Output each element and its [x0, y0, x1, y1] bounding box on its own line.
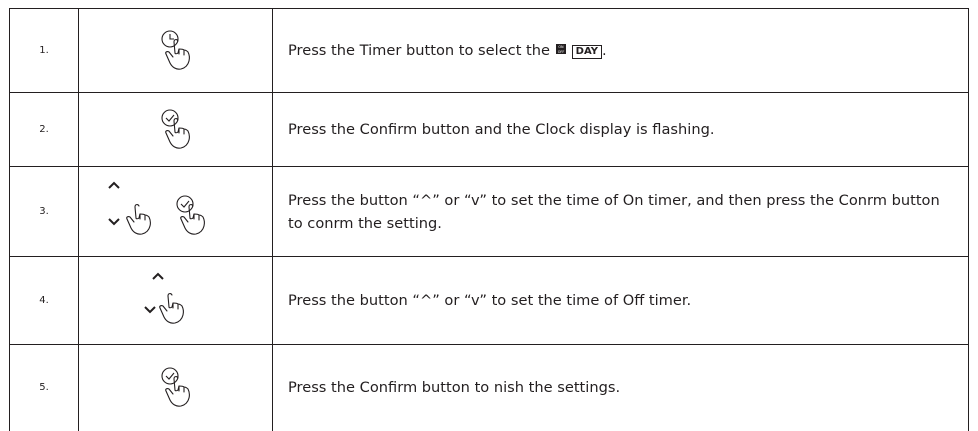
up-down-hand-icon — [78, 256, 273, 345]
on-label: ON — [558, 45, 564, 49]
step-number: 2. — [9, 92, 79, 167]
step-description: Press the Timer button to select the ON … — [272, 8, 969, 93]
off-label: OFF — [557, 50, 564, 54]
step-text-pre: Press the Timer button to select the — [288, 42, 555, 59]
confirm-hand-icon — [78, 92, 273, 167]
step-description: Press the button “^” or “v” to set the t… — [272, 256, 969, 345]
confirm-hand-icon — [78, 344, 273, 431]
table-row: 1. Press the Timer button to select the … — [9, 8, 969, 93]
step-number: 1. — [9, 8, 79, 93]
table-row: 3. Press the button “^” or “v” to set th… — [9, 166, 969, 257]
table-row: 2. Press the Confirm button and the Cloc… — [9, 92, 969, 167]
step-number: 5. — [9, 344, 79, 431]
step-description: Press the button “^” or “v” to set the t… — [272, 166, 969, 257]
instruction-table: 1. Press the Timer button to select the … — [9, 8, 969, 431]
on-off-icon: ON OFF — [555, 44, 566, 54]
step-description: Press the Confirm button and the Clock d… — [272, 92, 969, 167]
up-down-confirm-hand-icon — [78, 166, 273, 257]
step-description: Press the Confirm button to nish the set… — [272, 344, 969, 431]
step-text-post: . — [601, 42, 607, 59]
step-number: 4. — [9, 256, 79, 345]
day-badge: DAY — [571, 45, 602, 59]
table-row: 4. Press the button “^” or “v” to set th… — [9, 256, 969, 345]
table-row: 5. Press the Confirm button to nish the … — [9, 344, 969, 431]
step-number: 3. — [9, 166, 79, 257]
clock-hand-icon — [78, 8, 273, 93]
